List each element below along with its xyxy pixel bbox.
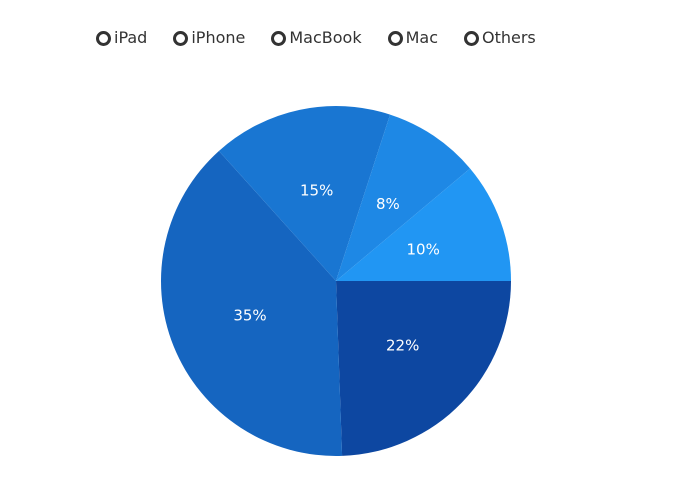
data-label-iphone: 35% bbox=[233, 307, 266, 325]
data-label-macbook: 15% bbox=[300, 181, 333, 199]
pie-slice-ipad[interactable] bbox=[336, 281, 511, 456]
data-label-mac: 8% bbox=[376, 195, 400, 213]
data-label-others: 10% bbox=[407, 240, 440, 258]
data-label-ipad: 22% bbox=[386, 336, 419, 354]
pie-chart: 22% 35% 15% 8% 10% bbox=[161, 106, 511, 456]
